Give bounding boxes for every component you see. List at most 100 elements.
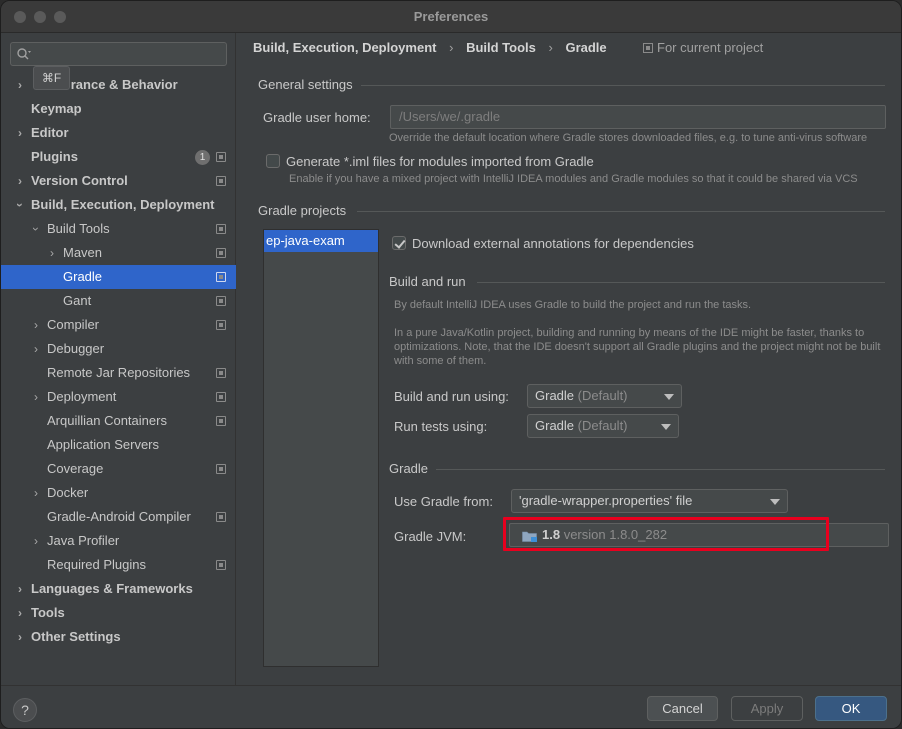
sidebar-item-label: Debugger — [47, 341, 105, 356]
chevron-right-icon[interactable]: › — [31, 385, 41, 409]
gradle-user-home-input[interactable]: /Users/we/.gradle — [390, 105, 886, 129]
build-run-using-label: Build and run using: — [394, 389, 509, 404]
sidebar-item-compiler[interactable]: › Compiler — [1, 313, 236, 337]
sidebar-item-label: Maven — [63, 245, 103, 260]
help-button[interactable]: ? — [13, 698, 37, 722]
sidebar-item-gradle-android-compiler[interactable]: Gradle-Android Compiler — [1, 505, 236, 529]
sidebar-item-coverage[interactable]: Coverage — [1, 457, 236, 481]
sidebar-item-gant[interactable]: Gant — [1, 289, 236, 313]
sidebar-item-application-servers[interactable]: Application Servers — [1, 433, 236, 457]
chevron-right-icon[interactable]: › — [15, 121, 25, 145]
gradle-jvm-label: Gradle JVM: — [394, 529, 467, 544]
sidebar-item-tools[interactable]: › Tools — [1, 601, 236, 625]
chevron-down-icon — [661, 424, 671, 430]
breadcrumb-part[interactable]: Build, Execution, Deployment — [253, 40, 436, 55]
gradle-projects-title: Gradle projects — [258, 203, 347, 218]
section-divider — [357, 211, 885, 212]
sidebar-item-label: Arquillian Containers — [47, 413, 167, 428]
sidebar-item-build-execution-deployment[interactable]: › Build, Execution, Deployment — [1, 193, 236, 217]
chevron-right-icon[interactable]: › — [15, 73, 25, 97]
generate-iml-hint: Enable if you have a mixed project with … — [289, 173, 858, 185]
select-default-suffix: (Default) — [577, 418, 628, 433]
sidebar-item-arquillian-containers[interactable]: Arquillian Containers — [1, 409, 236, 433]
sidebar-item-docker[interactable]: › Docker — [1, 481, 236, 505]
sidebar-item-editor[interactable]: › Editor — [1, 121, 236, 145]
sidebar-item-label: Keymap — [31, 101, 82, 116]
chevron-right-icon[interactable]: › — [31, 337, 41, 361]
build-and-run-title: Build and run — [389, 274, 466, 289]
breadcrumb-part: Gradle — [565, 40, 607, 55]
settings-sidebar: ⌘F › Appearance & Behavior Keymap › Edit… — [1, 33, 236, 685]
sidebar-item-debugger[interactable]: › Debugger — [1, 337, 236, 361]
sidebar-item-remote-jar-repositories[interactable]: Remote Jar Repositories — [1, 361, 236, 385]
project-scope-icon — [216, 560, 226, 570]
sidebar-item-required-plugins[interactable]: Required Plugins — [1, 553, 236, 577]
search-icon — [17, 48, 31, 60]
breadcrumb-part[interactable]: Build Tools — [466, 40, 536, 55]
build-run-using-select[interactable]: Gradle (Default) — [527, 384, 682, 408]
search-shortcut-tooltip: ⌘F — [33, 66, 70, 90]
plugin-updates-badge: 1 — [195, 150, 210, 165]
apply-button[interactable]: Apply — [731, 696, 803, 721]
sidebar-item-label: Coverage — [47, 461, 104, 476]
sidebar-item-version-control[interactable]: › Version Control — [1, 169, 236, 193]
chevron-right-icon[interactable]: › — [31, 313, 41, 337]
select-value: Gradle — [535, 388, 575, 403]
list-item[interactable]: ep-java-exam — [264, 230, 378, 252]
chevron-right-icon[interactable]: › — [47, 241, 57, 265]
gradle-user-home-label: Gradle user home: — [263, 110, 371, 125]
sidebar-item-label: Deployment — [47, 389, 117, 404]
sidebar-item-label: Compiler — [47, 317, 100, 332]
project-scope-label: For current project — [657, 40, 764, 55]
sidebar-item-label: Other Settings — [31, 629, 121, 644]
chevron-right-icon[interactable]: › — [31, 481, 41, 505]
dialog-footer: ? Cancel Apply OK — [1, 685, 901, 728]
sidebar-item-label: Required Plugins — [47, 557, 147, 572]
sidebar-item-languages-frameworks[interactable]: › Languages & Frameworks — [1, 577, 236, 601]
sidebar-item-label: Plugins — [31, 149, 78, 164]
sidebar-item-other-settings[interactable]: › Other Settings — [1, 625, 236, 649]
settings-search-input[interactable] — [10, 42, 227, 66]
project-scope-icon — [216, 464, 226, 474]
sidebar-item-build-tools[interactable]: › Build Tools — [1, 217, 236, 241]
gradle-projects-list[interactable]: ep-java-exam — [263, 229, 379, 667]
section-divider — [436, 469, 885, 470]
chevron-right-icon[interactable]: › — [15, 625, 25, 649]
project-scope-icon — [216, 416, 226, 426]
chevron-right-icon[interactable]: › — [15, 169, 25, 193]
ok-button[interactable]: OK — [815, 696, 887, 721]
sidebar-item-plugins[interactable]: Plugins 1 — [1, 145, 236, 169]
cancel-button[interactable]: Cancel — [647, 696, 718, 721]
sidebar-item-label: Docker — [47, 485, 89, 500]
gradle-user-home-hint: Override the default location where Grad… — [389, 132, 868, 144]
sidebar-item-deployment[interactable]: › Deployment — [1, 385, 236, 409]
chevron-right-icon[interactable]: › — [15, 577, 25, 601]
project-scope-icon — [216, 248, 226, 258]
chevron-right-icon[interactable]: › — [15, 601, 25, 625]
chevron-right-icon[interactable]: › — [31, 529, 41, 553]
sidebar-item-keymap[interactable]: Keymap — [1, 97, 236, 121]
use-gradle-from-select[interactable]: 'gradle-wrapper.properties' file — [511, 489, 788, 513]
project-scope-icon — [216, 368, 226, 378]
generate-iml-label: Generate *.iml files for modules importe… — [286, 154, 594, 169]
breadcrumb-separator: › — [449, 40, 454, 55]
run-tests-using-select[interactable]: Gradle (Default) — [527, 414, 679, 438]
chevron-down-icon[interactable]: › — [8, 200, 32, 210]
build-run-hint: with some of them. — [394, 355, 487, 367]
project-scope-icon — [216, 296, 226, 306]
download-annotations-checkbox[interactable] — [392, 236, 406, 250]
run-tests-using-label: Run tests using: — [394, 419, 488, 434]
sidebar-item-maven[interactable]: › Maven — [1, 241, 236, 265]
sidebar-item-label: Build Tools — [47, 221, 110, 236]
select-value: 'gradle-wrapper.properties' file — [519, 493, 693, 508]
select-value: Gradle — [535, 418, 575, 433]
sidebar-item-gradle[interactable]: Gradle — [1, 265, 236, 289]
generate-iml-checkbox[interactable] — [266, 154, 280, 168]
build-run-hint: In a pure Java/Kotlin project, building … — [394, 327, 865, 339]
sidebar-item-java-profiler[interactable]: › Java Profiler — [1, 529, 236, 553]
chevron-down-icon — [664, 394, 674, 400]
chevron-down-icon[interactable]: › — [24, 224, 48, 234]
build-run-hint: By default IntelliJ IDEA uses Gradle to … — [394, 299, 752, 311]
sidebar-item-label: Application Servers — [47, 437, 159, 452]
sidebar-item-label: Tools — [31, 605, 65, 620]
